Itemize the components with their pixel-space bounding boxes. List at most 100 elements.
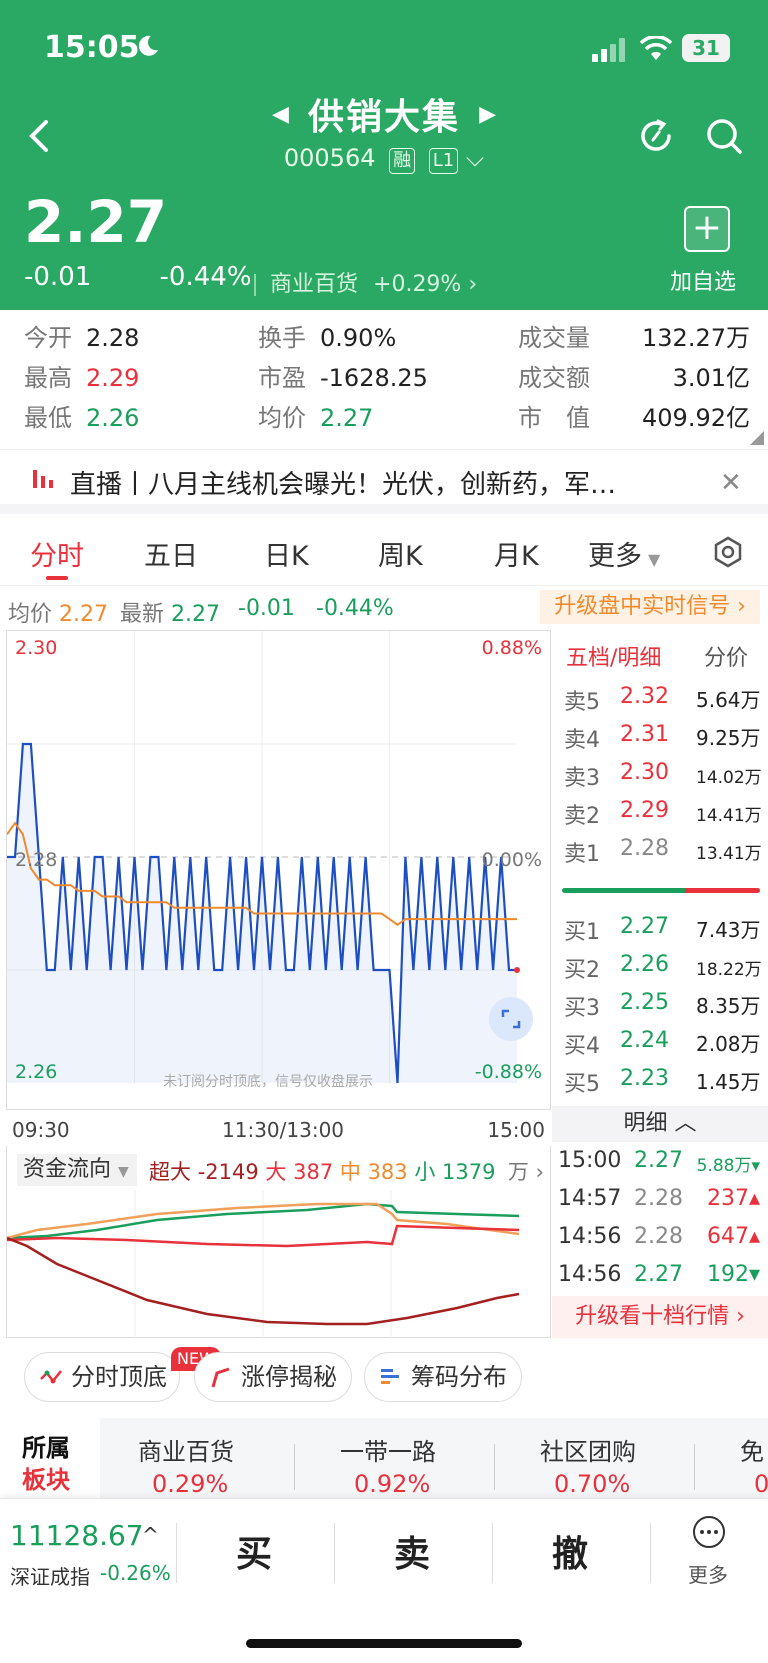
status-time: 15:05	[44, 30, 140, 65]
chevron-right-icon: ›	[468, 272, 478, 297]
tab-daily-k[interactable]: 日K	[264, 534, 309, 573]
tab-intraday[interactable]: 分时	[30, 534, 84, 573]
price-change-pct: -0.44%	[159, 262, 252, 292]
search-icon[interactable]	[704, 116, 744, 156]
latest-change: -0.01	[238, 596, 295, 621]
avg-price: 2.27	[59, 602, 108, 627]
order-book: 五档/明细 分价 卖5 2.32 5.64万 卖4 2.31 9.25万 卖3 2.30 1…	[552, 630, 768, 1106]
chevron-up-icon: ︿	[674, 1111, 697, 1136]
moon-icon	[138, 35, 158, 56]
sector-item-pct: 0.29%	[152, 1470, 229, 1498]
live-banner[interactable]: 直播丨八月主线机会曝光！光伏，创新药，军… ✕	[0, 452, 768, 514]
battery-indicator: 31	[682, 34, 730, 62]
margin-tag: 融	[389, 148, 416, 174]
stat-high: 最高 2.29	[24, 364, 140, 392]
trade-row: 14:56 2.27 192▾	[558, 1262, 760, 1287]
refresh-icon[interactable]	[636, 116, 676, 156]
tool-chips: 分时顶底 NEW 涨停揭秘 筹码分布	[0, 1346, 768, 1416]
stats-panel: 今开 2.28 最高 2.29 最低 2.26 换手 0.90% 市盈 -1628.25 …	[0, 310, 768, 450]
orderbook-tab[interactable]: 五档/明细	[566, 640, 661, 672]
chart-time-axis: 09:30 11:30/13:00 15:00	[12, 1118, 545, 1142]
active-tab-indicator	[46, 576, 68, 580]
signal-icon	[592, 38, 625, 62]
fund-flow-unit[interactable]: 万 ›	[508, 1156, 544, 1186]
sector-item[interactable]: 一带一路	[340, 1432, 436, 1467]
tab-five-day[interactable]: 五日	[144, 534, 198, 573]
intraday-top-bottom-chip[interactable]: 分时顶底 NEW	[24, 1347, 221, 1402]
stat-avg: 均价 2.27	[258, 404, 374, 432]
more-label[interactable]: 更多	[688, 1559, 728, 1588]
detail-header[interactable]: 明细 ︿	[552, 1106, 768, 1142]
status-bar: 15:05 31	[0, 0, 768, 90]
trade-detail: 明细 ︿ 15:00 2.27 5.88万▾ 14:57 2.28 237▴ 14:56…	[552, 1106, 768, 1338]
next-stock-icon[interactable]: ▶	[479, 102, 496, 127]
more-icon[interactable]	[692, 1515, 726, 1549]
tab-monthly-k[interactable]: 月K	[494, 534, 539, 573]
chart-pct-mid: 0.00%	[481, 849, 542, 871]
price-change: -0.01	[24, 262, 92, 292]
stat-turnover: 换手 0.90%	[258, 324, 397, 352]
arrow-up-icon: ▴	[748, 1224, 760, 1249]
bid-row: 买1 2.27 7.43万	[564, 914, 761, 945]
fund-flow-selector[interactable]: 资金流向 ▼	[17, 1154, 137, 1186]
fund-flow-legend: 超大 -2149 大 387 中 383 小 1379	[149, 1160, 496, 1184]
cancel-order-button[interactable]: 撤	[552, 1525, 588, 1577]
intraday-chart[interactable]: 2.30 2.28 2.26 0.88% 0.00% -0.88% 未订阅分时顶…	[6, 630, 551, 1110]
tab-more[interactable]: 更多 ▼	[588, 534, 660, 573]
close-icon[interactable]: ✕	[720, 468, 742, 498]
chart-y-top: 2.30	[15, 637, 58, 659]
triangle-down-icon: ▼	[118, 1164, 129, 1180]
last-price-dot	[514, 967, 520, 973]
level-tag: L1	[428, 148, 459, 174]
wifi-icon	[640, 36, 672, 60]
stat-pe: 市盈 -1628.25	[258, 364, 428, 392]
sector-link[interactable]: 商业百货 +0.29% ›	[254, 266, 477, 298]
sell-button[interactable]: 卖	[394, 1525, 430, 1577]
stat-low: 最低 2.26	[24, 404, 140, 432]
upgrade-ten-level-button[interactable]: 升级看十档行情 ›	[552, 1296, 768, 1338]
index-name: 深证成指	[10, 1565, 90, 1589]
sectors-label: 所属 板块	[0, 1418, 100, 1498]
home-indicator	[246, 1639, 522, 1648]
fund-flow-chart	[7, 1190, 520, 1338]
top-bottom-icon	[40, 1370, 62, 1384]
ask-row: 卖1 2.28 13.41万	[564, 836, 762, 867]
add-watchlist-button[interactable]: +	[684, 206, 730, 252]
chevron-down-icon: ⌵	[465, 144, 485, 172]
price-volume-tab[interactable]: 分价	[704, 640, 748, 672]
sector-item-pct: 0.92%	[354, 1470, 431, 1498]
tab-weekly-k[interactable]: 周K	[378, 534, 423, 573]
sector-item-pct: 0	[754, 1470, 768, 1498]
add-watchlist-label[interactable]: 加自选	[670, 264, 736, 296]
sector-item[interactable]: 免	[740, 1432, 764, 1467]
expand-stats-icon[interactable]	[750, 431, 764, 445]
live-bars-icon	[33, 470, 53, 488]
index-value[interactable]: 11128.67	[10, 1519, 144, 1552]
prev-stock-icon[interactable]: ◀	[272, 102, 289, 127]
bid-row: 买2 2.26 18.22万	[564, 952, 762, 983]
sector-item[interactable]: 商业百货	[138, 1432, 234, 1467]
trade-row: 14:56 2.28 647▴	[558, 1224, 760, 1249]
ask-row: 卖2 2.29 14.41万	[564, 798, 762, 829]
stock-header: 15:05 31 ◀ 供销大集 ▶ 000564 融 L1 ⌵ 2.27 -0.	[0, 0, 768, 310]
latest-change-pct: -0.44%	[316, 596, 394, 621]
chip-distribution-chip[interactable]: 筹码分布	[364, 1352, 522, 1402]
sector-item[interactable]: 社区团购	[540, 1432, 636, 1467]
chart-y-bottom: 2.26	[15, 1061, 58, 1083]
chart-tabs: 分时 五日 日K 周K 月K 更多 ▼	[0, 524, 768, 586]
stock-code: 000564	[283, 144, 376, 172]
buy-button[interactable]: 买	[236, 1525, 272, 1577]
fund-flow-panel[interactable]: 资金流向 ▼ 超大 -2149 大 387 中 383 小 1379 万 ›	[6, 1146, 551, 1338]
stat-amount: 成交额 3.01亿	[518, 364, 750, 392]
stat-mcap: 市 值 409.92亿	[518, 404, 750, 432]
settings-icon[interactable]	[712, 536, 744, 568]
sector-name: 商业百货	[270, 272, 359, 297]
fullscreen-button[interactable]	[489, 997, 533, 1041]
chevron-up-icon[interactable]: ^	[142, 1523, 159, 1547]
ask-row: 卖5 2.32 5.64万	[564, 684, 761, 715]
limit-up-secrets-chip[interactable]: 涨停揭秘	[194, 1352, 352, 1402]
buy-sell-ratio-bar	[562, 888, 760, 893]
current-price: 2.27	[24, 188, 168, 256]
triangle-down-icon: ▼	[648, 550, 661, 569]
upgrade-signal-button[interactable]: 升级盘中实时信号 ›	[540, 590, 760, 624]
